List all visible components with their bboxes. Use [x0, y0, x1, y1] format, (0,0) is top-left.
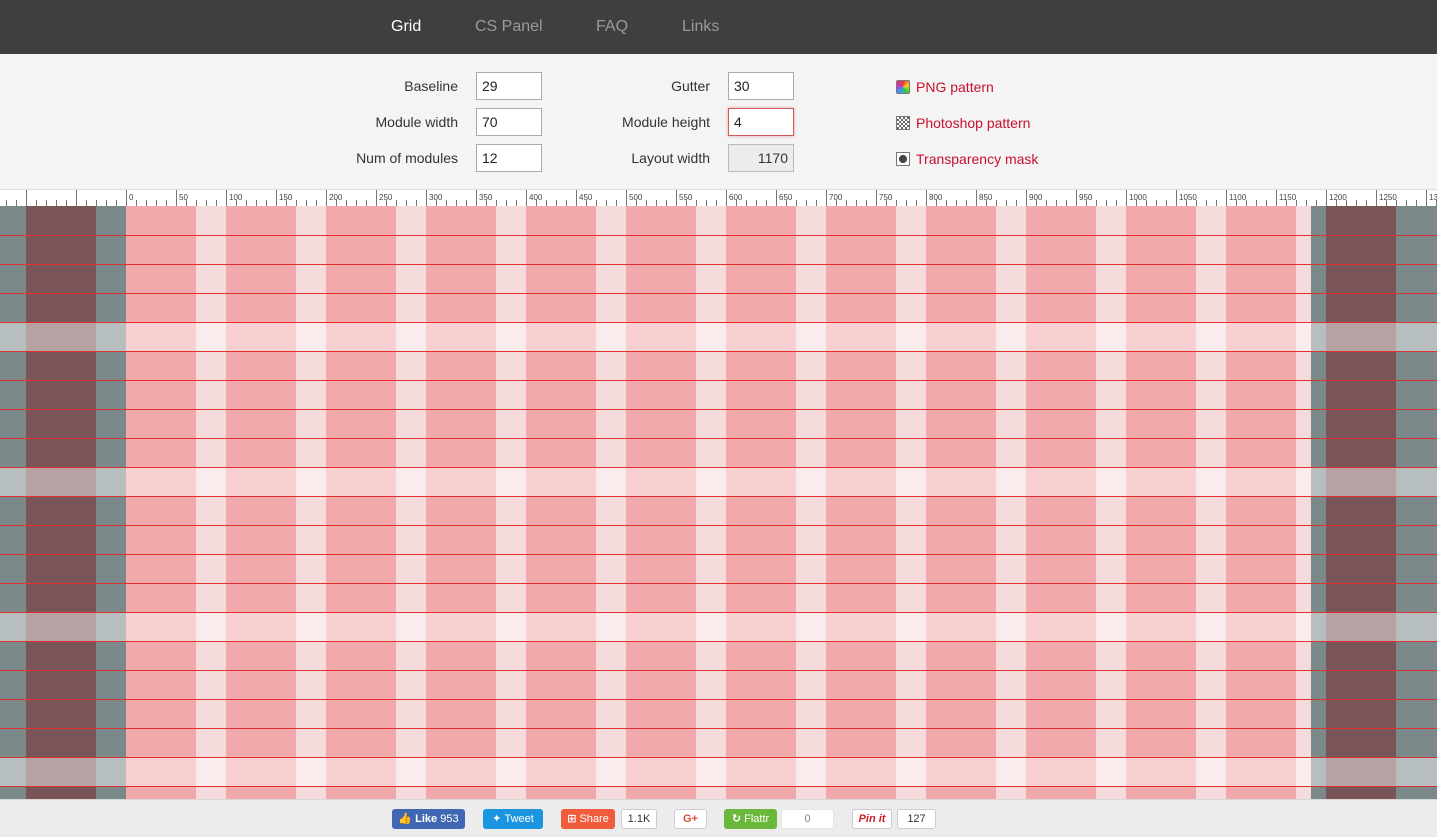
ruler-label: 550	[679, 193, 693, 202]
top-nav: Grid CS Panel FAQ Links	[0, 0, 1437, 54]
ruler-label: 250	[379, 193, 393, 202]
ruler-label: 750	[879, 193, 893, 202]
ruler-svg: 0 50 100 150 200 250 300 350 400 450 500 550 600 650 7…	[6, 190, 1437, 207]
pinterest-pinit-button[interactable]: Pin it	[852, 809, 892, 829]
ruler-label: 150	[279, 193, 293, 202]
ruler-label: 1250	[1379, 193, 1397, 202]
grid-preview	[0, 206, 1437, 799]
module-column	[826, 206, 896, 799]
facebook-like-button[interactable]: 👍 Like 953	[392, 809, 465, 829]
grid-preview-svg	[0, 206, 1437, 799]
gutter-input[interactable]	[728, 72, 794, 100]
photoshop-pattern-label: Photoshop pattern	[916, 115, 1031, 131]
png-pattern-label: PNG pattern	[916, 79, 994, 95]
module-column	[1126, 206, 1196, 799]
baseline-label: Baseline	[404, 78, 458, 94]
outside-column-right	[1326, 206, 1396, 799]
module-column	[626, 206, 696, 799]
nav-tab-grid[interactable]: Grid	[391, 18, 421, 36]
social-bar: 👍 Like 953 ✦ Tweet ⊞ Share 1.1K G+ ↻ Fla…	[0, 799, 1437, 837]
plus-box-icon: ⊞	[567, 813, 577, 825]
module-column	[726, 206, 796, 799]
ruler-label: 400	[529, 193, 543, 202]
row-gap-band	[0, 467, 1437, 496]
ruler-label: 450	[579, 193, 593, 202]
flattr-count: 0	[781, 809, 834, 829]
module-width-label: Module width	[375, 114, 459, 130]
module-column	[526, 206, 596, 799]
ruler-label: 350	[479, 193, 493, 202]
share-label: Share	[579, 813, 609, 825]
ruler-label: 1100	[1229, 193, 1247, 202]
png-pattern-link[interactable]: PNG pattern	[896, 78, 994, 96]
nav-tab-links[interactable]: Links	[682, 18, 719, 36]
ruler-label: 50	[179, 193, 188, 202]
ruler-label: 700	[829, 193, 843, 202]
nav-tab-cs-panel[interactable]: CS Panel	[475, 18, 543, 36]
ruler-label: 950	[1079, 193, 1093, 202]
nav-tab-faq[interactable]: FAQ	[596, 18, 628, 36]
module-column	[1026, 206, 1096, 799]
ruler-label: 900	[1029, 193, 1043, 202]
ruler-label: 100	[229, 193, 243, 202]
layout-width-readonly	[728, 144, 794, 172]
thumbs-up-icon: 👍	[398, 813, 413, 825]
like-label: Like	[415, 813, 438, 825]
transparency-mask-label: Transparency mask	[916, 151, 1039, 167]
outside-column-left	[26, 206, 96, 799]
module-width-input[interactable]	[476, 108, 542, 136]
num-modules-label: Num of modules	[356, 150, 458, 166]
share-count: 1.1K	[621, 809, 657, 829]
ruler-label: 0	[129, 193, 134, 202]
flattr-label: Flattr	[744, 813, 770, 825]
layout-width-label: Layout width	[631, 150, 710, 166]
png-color-icon	[896, 80, 910, 94]
mask-circle-icon	[896, 152, 910, 166]
google-plus-button[interactable]: G+	[674, 809, 707, 829]
like-count: 953	[440, 813, 459, 825]
transparency-mask-link[interactable]: Transparency mask	[896, 150, 1038, 168]
module-height-label: Module height	[622, 114, 710, 130]
share-button[interactable]: ⊞ Share	[561, 809, 615, 829]
module-column	[326, 206, 396, 799]
ruler-label: 1000	[1129, 193, 1147, 202]
ruler-label: 850	[979, 193, 993, 202]
checkerboard-icon	[896, 116, 910, 130]
gutter-label: Gutter	[671, 78, 710, 94]
baseline-input[interactable]	[476, 72, 542, 100]
flattr-button[interactable]: ↻ Flattr	[724, 809, 777, 829]
twitter-bird-icon: ✦	[492, 813, 502, 825]
flattr-icon: ↻	[731, 813, 742, 825]
ruler-label: 650	[779, 193, 793, 202]
ruler-label: 500	[629, 193, 643, 202]
module-height-input[interactable]	[728, 108, 794, 136]
module-column	[426, 206, 496, 799]
num-modules-input[interactable]	[476, 144, 542, 172]
grid-settings-panel: Baseline Module width Num of modules Gut…	[0, 54, 1437, 189]
ruler-label: 1200	[1329, 193, 1347, 202]
module-column	[126, 206, 196, 799]
ruler-label: 800	[929, 193, 943, 202]
row-gap-band	[0, 612, 1437, 641]
ruler-label: 1050	[1179, 193, 1197, 202]
ruler-label: 300	[429, 193, 443, 202]
module-column	[926, 206, 996, 799]
module-column	[226, 206, 296, 799]
ruler-label: 200	[329, 193, 343, 202]
ruler-label: 600	[729, 193, 743, 202]
photoshop-pattern-link[interactable]: Photoshop pattern	[896, 114, 1030, 132]
row-gap-band	[0, 322, 1437, 351]
ruler-label: 1150	[1279, 193, 1297, 202]
pixel-ruler: 0 50 100 150 200 250 300 350 400 450 500 550 600 650 7…	[0, 189, 1437, 207]
tweet-label: Tweet	[504, 813, 534, 825]
tweet-button[interactable]: ✦ Tweet	[483, 809, 543, 829]
module-column	[1226, 206, 1296, 799]
row-gap-band	[0, 757, 1437, 786]
pinit-count: 127	[897, 809, 936, 829]
ruler-label: 1300	[1429, 193, 1437, 202]
